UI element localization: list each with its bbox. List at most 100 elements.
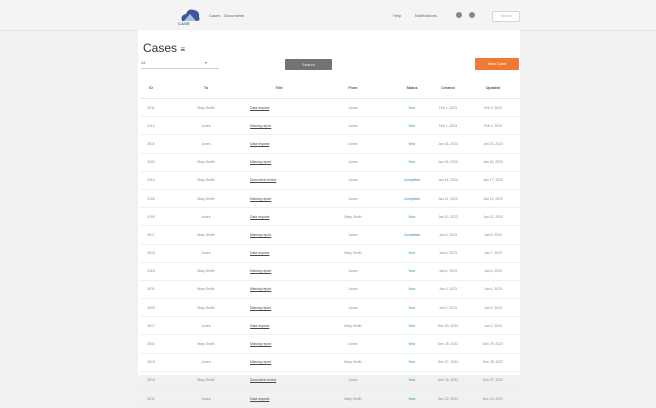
cell-id: 3118	[147, 269, 155, 274]
cell-title[interactable]: Data request	[250, 208, 308, 225]
cell-from: Jones	[348, 105, 358, 110]
nav-link-help[interactable]: Help	[393, 13, 401, 18]
column-header-title[interactable]: Title	[250, 78, 308, 98]
cell-status: New	[408, 396, 416, 401]
column-header-from[interactable]: From	[308, 78, 398, 98]
cell-created: Dec 22, 2022	[437, 396, 459, 401]
cell-title[interactable]: Data request	[250, 135, 308, 152]
cell-title[interactable]: Data request	[250, 99, 308, 116]
new-case-button[interactable]: New Case	[475, 58, 519, 70]
column-header-created[interactable]: Created	[426, 78, 470, 98]
cell-updated: Jan 7, 2023	[484, 251, 502, 256]
table-row[interactable]: 3002 Mary Smith Missing report Jones New Jan …	[140, 154, 520, 172]
nav-link-notifications[interactable]: Notifications	[415, 13, 437, 18]
cell-status: Completed	[403, 196, 421, 201]
cell-to: Mary Smith	[197, 305, 215, 310]
cell-title[interactable]: Missing report	[250, 281, 308, 298]
cell-created: Jan 4, 2023	[439, 269, 457, 274]
cell-title[interactable]: Missing report	[250, 299, 308, 316]
cell-from: Mary Smith	[344, 251, 362, 256]
table-row[interactable]: 3002 Mary Smith Missing report Jones New Dec …	[140, 335, 520, 354]
cell-status: New	[408, 378, 416, 383]
cell-created: Dec 30, 2022	[437, 323, 459, 328]
table-row[interactable]: 3015 Jones Data request Mary Smith New Jan 6,…	[140, 245, 520, 263]
table-row[interactable]: 3011 Mary Smith Missing report Jones New Jan …	[140, 281, 520, 300]
cell-from: Jones	[348, 305, 358, 310]
cell-created: Jan 8, 2023	[439, 232, 457, 237]
cell-to: Jones	[201, 251, 211, 256]
cell-title[interactable]: Missing report	[250, 226, 308, 243]
table-row[interactable]: 3011 Mary Smith Data request Jones New Feb 1,…	[140, 99, 520, 118]
table-row[interactable]: 3011 Jones Data request Mary Smith New Dec 22…	[140, 390, 520, 408]
cell-updated: Feb 3, 2023	[483, 105, 503, 110]
cell-title[interactable]: Missing report	[250, 154, 308, 171]
cell-id: 3017	[147, 323, 155, 328]
table-row[interactable]: 3105 Mary Smith Missing report Jones Complet…	[140, 190, 520, 209]
nav-link-documents[interactable]: Documents	[224, 13, 244, 18]
cell-title[interactable]: Missing report	[250, 263, 308, 280]
table-row[interactable]: 3109 Jones Data request Mary Smith New Jan 10…	[140, 208, 520, 227]
filter-value: All	[141, 60, 146, 65]
status-filter-select[interactable]: All ▾	[141, 58, 219, 69]
user-icon[interactable]	[469, 12, 475, 18]
header-search-box[interactable]: Search	[492, 11, 520, 22]
cell-id: 3003	[147, 305, 155, 310]
cell-created: Jan 6, 2023	[439, 251, 457, 256]
cell-title[interactable]: Data request	[250, 390, 308, 407]
column-header-to[interactable]: To	[162, 78, 250, 98]
cell-status: New	[408, 287, 416, 292]
cell-updated: Jan 20, 2023	[483, 141, 503, 146]
cell-created: Jan 11, 2023	[438, 196, 458, 201]
cell-title[interactable]: Document review	[250, 372, 308, 389]
cell-from: Mary Smith	[344, 360, 362, 365]
cell-to: Jones	[201, 360, 211, 365]
cell-status: New	[408, 123, 416, 128]
app-page: CASE Cases Documents Help Notifications …	[0, 0, 656, 408]
cell-id: 3015	[147, 251, 155, 256]
cell-to: Mary Smith	[197, 160, 215, 165]
cell-to: Mary Smith	[197, 105, 215, 110]
cell-id: 3105	[147, 196, 155, 201]
cell-to: Mary Smith	[197, 178, 215, 183]
cell-title[interactable]: Missing report	[250, 117, 308, 134]
nav-link-cases[interactable]: Cases	[209, 13, 220, 18]
cell-title[interactable]: Data request	[250, 317, 308, 334]
cell-created: Jan 18, 2023	[438, 141, 458, 146]
cell-created: Dec 26, 2022	[437, 378, 459, 383]
table-row[interactable]: 3019 Jones Missing report Mary Smith New Dec …	[140, 354, 520, 372]
column-header-id[interactable]: ID	[140, 78, 162, 98]
settings-icon[interactable]	[456, 12, 462, 18]
cell-id: 3011	[147, 396, 155, 401]
cell-updated: Feb 4, 2023	[483, 123, 503, 128]
table-row[interactable]: 3110 Mary Smith Document review Jones Comple…	[140, 172, 520, 190]
table-row[interactable]: 3003 Mary Smith Missing report Jones New Jan …	[140, 299, 520, 318]
table-header: ID To Title From Status Created Updated	[140, 78, 520, 99]
menu-icon: ≡	[180, 45, 186, 54]
column-header-status[interactable]: Status	[398, 78, 426, 98]
logo-text: CASE	[178, 21, 190, 26]
search-button[interactable]: Search	[285, 59, 332, 70]
table-row[interactable]: 3010 Jones Data request Jones New Jan 18, 202…	[140, 135, 520, 154]
cell-created: Feb 1, 2023	[438, 105, 458, 110]
cell-title[interactable]: Missing report	[250, 335, 308, 352]
cell-status: New	[408, 323, 416, 328]
table-row[interactable]: 3017 Mary Smith Missing report Jones Complet…	[140, 226, 520, 245]
table-row[interactable]: 3118 Mary Smith Missing report Jones New Jan …	[140, 263, 520, 281]
cell-status: New	[408, 105, 416, 110]
cell-created: Feb 1, 2023	[438, 123, 458, 128]
cell-from: Jones	[348, 141, 358, 146]
table-row[interactable]: 3017 Jones Data request Mary Smith New Dec 30…	[140, 317, 520, 336]
cell-title[interactable]: Document review	[250, 172, 308, 189]
cell-from: Mary Smith	[344, 323, 362, 328]
cell-updated: Jan 5, 2023	[484, 269, 502, 274]
cell-title[interactable]: Missing report	[250, 354, 308, 371]
cell-title[interactable]: Data request	[250, 245, 308, 262]
cell-title[interactable]: Missing report	[250, 190, 308, 207]
cell-updated: Jan 2, 2023	[484, 323, 502, 328]
cell-created: Dec 27, 2022	[437, 360, 459, 365]
column-header-updated[interactable]: Updated	[470, 78, 516, 98]
cell-from: Jones	[348, 178, 358, 183]
cell-from: Jones	[348, 232, 358, 237]
table-row[interactable]: 3112 Jones Missing report Jones New Feb 1, 20…	[140, 117, 520, 136]
cell-id: 3011	[147, 287, 155, 292]
